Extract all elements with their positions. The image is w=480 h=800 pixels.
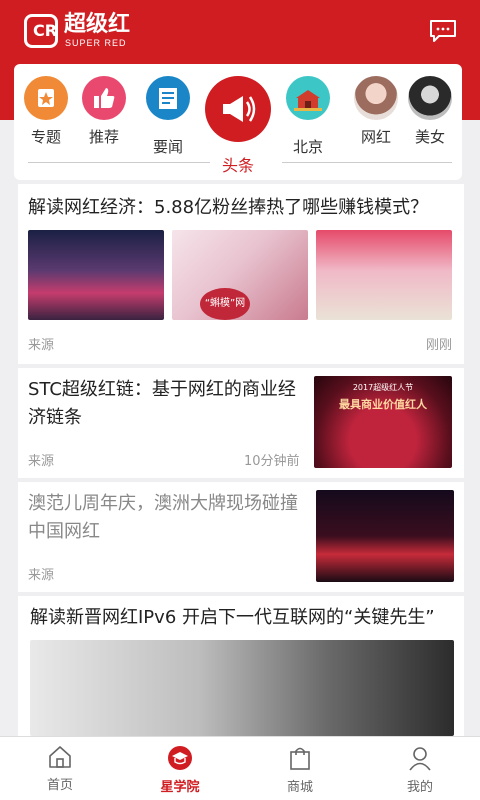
- image-caption: 2017超级红人节: [352, 383, 414, 392]
- category-toutiao[interactable]: 头条: [202, 76, 274, 176]
- avatar-photo-icon: [408, 76, 452, 120]
- megaphone-icon: [205, 76, 271, 142]
- image-caption: 最具商业价值红人: [339, 398, 427, 411]
- category-divider-right: [282, 162, 452, 163]
- app-logo: CR: [24, 14, 58, 48]
- category-label: 推荐: [88, 128, 119, 146]
- article-source: 来源: [28, 568, 55, 583]
- category-beijing[interactable]: 北京: [276, 76, 340, 157]
- tab-mall[interactable]: 商城: [240, 737, 360, 800]
- article-title: 澳范儿周年庆，澳洲大牌现场碰撞中国网红: [28, 493, 298, 542]
- brand-subtitle: SUPER RED: [65, 38, 127, 48]
- home-icon: [49, 746, 71, 768]
- thumbs-up-icon: [82, 76, 126, 120]
- tiananmen-icon: [286, 76, 330, 120]
- tab-label: 商城: [286, 780, 313, 795]
- graduation-cap-icon: [168, 746, 192, 770]
- tab-me[interactable]: 我的: [360, 737, 480, 800]
- shopping-bag-icon: [290, 747, 310, 770]
- avatar-photo-icon: [354, 76, 398, 120]
- article-time: 刚刚: [425, 338, 452, 353]
- brand-name: 超级红: [64, 12, 131, 37]
- bottom-tab-bar: 首页 星学院 商城 我的: [0, 736, 480, 800]
- article-card[interactable]: 解读网红经济：5.88亿粉丝捧热了哪些赚钱模式？ “蝌模”网红 来源 刚刚: [18, 184, 464, 364]
- article-source: 来源: [28, 338, 55, 353]
- article-source: 来源: [28, 454, 55, 469]
- tab-label: 我的: [406, 780, 433, 795]
- article-title: 解读新晋网红IPv6 开启下一代互联网的“关键先生”: [30, 607, 435, 628]
- tab-academy[interactable]: 星学院: [120, 737, 240, 800]
- tab-label: 星学院: [160, 780, 200, 795]
- tab-home[interactable]: 首页: [0, 737, 120, 800]
- article-title: 解读网红经济：5.88亿粉丝捧热了哪些赚钱模式？: [28, 197, 429, 218]
- article-title: STC超级红链：基于网红的商业经济链条: [28, 379, 296, 428]
- category-label: 要闻: [152, 138, 183, 156]
- article-image: [28, 230, 164, 320]
- category-label: 美女: [414, 128, 445, 146]
- article-image: [30, 640, 454, 736]
- category-label: 北京: [292, 138, 323, 156]
- category-meinv[interactable]: 美女: [398, 76, 462, 147]
- category-label: 专题: [30, 128, 61, 146]
- category-zhuanti[interactable]: 专题: [14, 76, 78, 147]
- tab-label: 首页: [46, 778, 73, 793]
- article-card[interactable]: STC超级红链：基于网红的商业经济链条 2017超级红人节 最具商业价值红人 来…: [18, 368, 464, 478]
- image-caption-badge: “蝌模”网红: [200, 288, 250, 320]
- article-card[interactable]: 解读新晋网红IPv6 开启下一代互联网的“关键先生”: [18, 596, 464, 736]
- article-image: [316, 230, 452, 320]
- article-time: 10分钟前: [244, 454, 300, 469]
- article-image: 2017超级红人节 最具商业价值红人: [314, 376, 452, 468]
- category-divider-left: [28, 162, 210, 163]
- article-image: “蝌模”网红: [172, 230, 308, 320]
- category-label: 头条: [221, 156, 254, 175]
- category-panel: 专题 推荐 要闻 头条 北京 网红 美女: [14, 64, 462, 180]
- category-yaowen[interactable]: 要闻: [136, 76, 200, 157]
- newspaper-icon: [146, 76, 190, 120]
- user-icon: [409, 747, 431, 771]
- article-image: [316, 490, 454, 582]
- star-badge-icon: [24, 76, 68, 120]
- category-tuijian[interactable]: 推荐: [72, 76, 136, 147]
- message-icon[interactable]: [430, 20, 456, 42]
- logo-mark: CR: [33, 21, 58, 40]
- article-card[interactable]: 澳范儿周年庆，澳洲大牌现场碰撞中国网红 来源: [18, 482, 464, 592]
